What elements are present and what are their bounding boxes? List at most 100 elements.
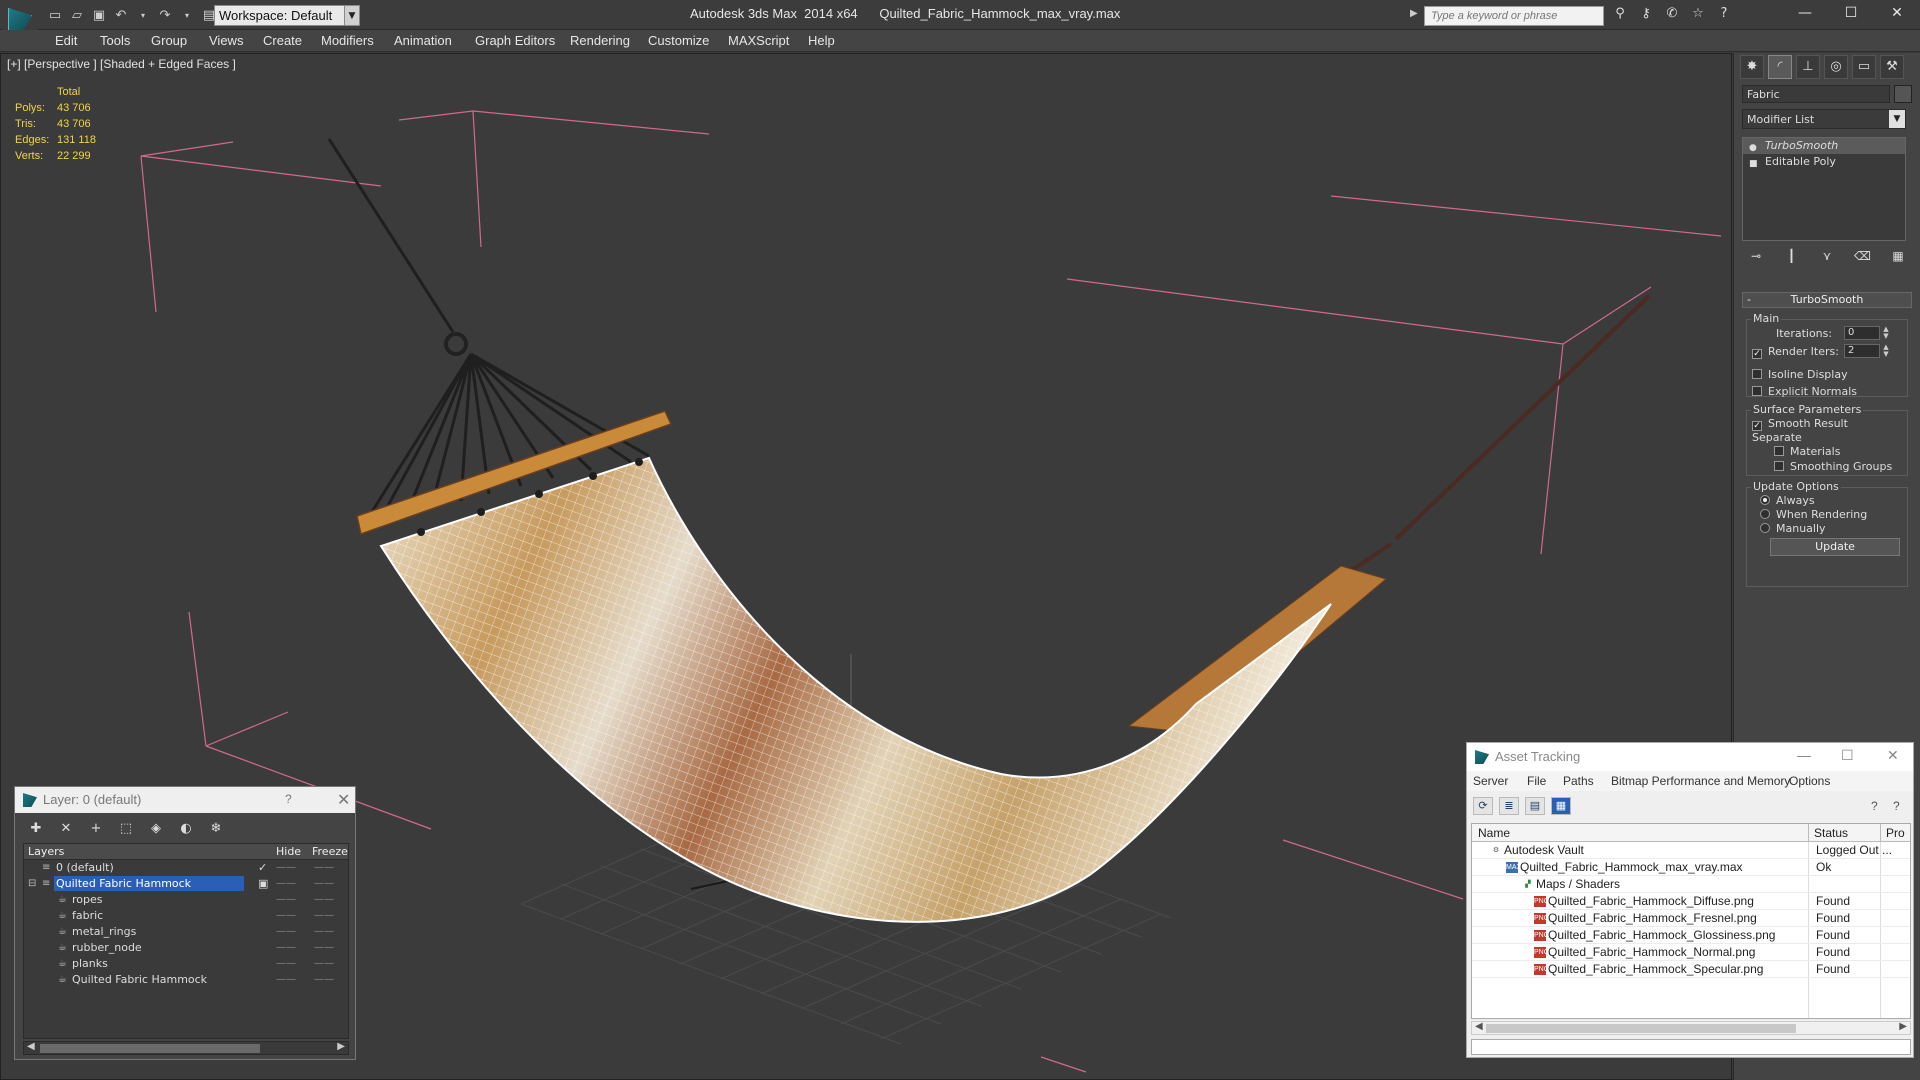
utilities-tab-icon[interactable]: ⚒ [1880, 55, 1904, 79]
show-end-result-icon[interactable]: ┃ [1782, 249, 1802, 267]
menu-rendering[interactable]: Rendering [570, 33, 630, 48]
collapse-icon[interactable]: - [1747, 293, 1751, 307]
update-manually-radio[interactable]: Manually [1760, 522, 1826, 535]
checkbox-icon[interactable] [1774, 446, 1784, 456]
modifier-list-dropdown[interactable]: Modifier List ▼ [1742, 109, 1906, 129]
freeze-toggle[interactable]: —— [314, 924, 334, 940]
menu-animation[interactable]: Animation [394, 33, 452, 48]
col-layers[interactable]: Layers [28, 845, 64, 858]
hide-toggle[interactable]: —— [276, 892, 296, 908]
col-status[interactable]: Status [1814, 826, 1848, 840]
smoothing-groups-checkbox[interactable]: Smoothing Groups [1774, 460, 1892, 473]
checkbox-icon[interactable] [1752, 386, 1762, 396]
update-when-rendering-radio[interactable]: When Rendering [1760, 508, 1867, 521]
menu-maxscript[interactable]: MAXScript [728, 33, 789, 48]
maximize-icon[interactable]: ☐ [1828, 0, 1874, 28]
col-name[interactable]: Name [1478, 826, 1510, 840]
scroll-right-icon[interactable]: ▶ [337, 1041, 345, 1052]
search-expand-icon[interactable]: ▶ [1410, 8, 1418, 19]
radio-icon[interactable] [1760, 509, 1770, 519]
create-tab-icon[interactable]: ✸ [1740, 55, 1764, 79]
update-button[interactable]: Update [1770, 538, 1900, 556]
redo-icon[interactable]: ↷ [156, 6, 174, 24]
asset-row[interactable]: MAX Quilted_Fabric_Hammock_max_vray.max … [1472, 859, 1910, 876]
layer-row[interactable]: ☕ ropes —— —— [24, 892, 348, 908]
binoculars-icon[interactable]: ⚲ [1610, 6, 1630, 24]
undo-icon[interactable]: ↶ [112, 6, 130, 24]
menu-customize[interactable]: Customize [648, 33, 709, 48]
subscription-icon[interactable]: ⚷ [1636, 6, 1656, 24]
stack-item-editable-poly[interactable]: ■ Editable Poly [1743, 154, 1905, 170]
hide-toggle[interactable]: —— [276, 972, 296, 988]
make-unique-icon[interactable]: ⋎ [1817, 249, 1837, 267]
undo-dropdown-icon[interactable]: ▾ [134, 6, 152, 24]
highlight-selected-icon[interactable]: ◈ [145, 819, 167, 839]
close-icon[interactable]: ✕ [337, 790, 350, 810]
communication-center-icon[interactable]: ✆ [1662, 6, 1682, 24]
refresh-icon[interactable]: ⟳ [1473, 797, 1493, 815]
freeze-toggle[interactable]: —— [314, 940, 334, 956]
workspace-dropdown-arrow-icon[interactable]: ▼ [344, 5, 360, 26]
spinner-arrows-icon[interactable]: ▲ ▼ [1882, 344, 1890, 358]
smooth-result-checkbox[interactable]: ✓ Smooth Result [1752, 417, 1848, 431]
asset-menu-options[interactable]: Options [1789, 774, 1830, 788]
hide-toggle[interactable]: —— [276, 860, 296, 876]
materials-checkbox[interactable]: Materials [1774, 445, 1840, 458]
select-highlighted-icon[interactable]: ⬚ [115, 819, 137, 839]
freeze-toggle[interactable]: —— [314, 956, 334, 972]
minimize-icon[interactable]: — [1797, 747, 1811, 763]
asset-menu-file[interactable]: File [1527, 774, 1546, 788]
iterations-spinner[interactable]: 0 [1844, 326, 1880, 340]
hide-toggle[interactable]: —— [276, 924, 296, 940]
open-file-icon[interactable]: ▱ [68, 6, 86, 24]
asset-row[interactable]: PNG Quilted_Fabric_Hammock_Specular.png … [1472, 961, 1910, 978]
spinner-arrows-icon[interactable]: ▲ ▼ [1882, 326, 1890, 340]
col-hide[interactable]: Hide [276, 845, 301, 858]
viewport-label[interactable]: [+] [Perspective ] [Shaded + Edged Faces… [7, 57, 236, 71]
radio-selected-icon[interactable] [1760, 495, 1770, 505]
col-freeze[interactable]: Freeze [312, 845, 348, 858]
maximize-icon[interactable]: ☐ [1841, 747, 1854, 764]
asset-row[interactable]: PNG Quilted_Fabric_Hammock_Glossiness.pn… [1472, 927, 1910, 944]
asset-path-field[interactable] [1471, 1039, 1911, 1055]
remove-modifier-icon[interactable]: ⌫ [1853, 249, 1873, 267]
asset-row[interactable]: PNG Quilted_Fabric_Hammock_Normal.png Fo… [1472, 944, 1910, 961]
hide-toggle[interactable]: —— [276, 908, 296, 924]
freeze-toggle[interactable]: —— [314, 876, 334, 892]
layer-row[interactable]: ☕ planks —— —— [24, 956, 348, 972]
asset-horizontal-scrollbar[interactable]: ◀ ▶ [1471, 1021, 1911, 1035]
new-file-icon[interactable]: ▭ [46, 6, 64, 24]
isoline-display-checkbox[interactable]: Isoline Display [1752, 368, 1848, 381]
layer-row[interactable]: ☕ rubber_node —— —— [24, 940, 348, 956]
checkbox-checked-icon[interactable]: ✓ [1752, 349, 1762, 359]
delete-layer-icon[interactable]: ✕ [55, 819, 77, 839]
asset-menu-bitmap-performance[interactable]: Bitmap Performance and Memory [1611, 774, 1790, 788]
layer-row[interactable]: ☕ metal_rings —— —— [24, 924, 348, 940]
motion-tab-icon[interactable]: ◎ [1824, 55, 1848, 79]
asset-menu-server[interactable]: Server [1473, 774, 1508, 788]
modify-tab-icon[interactable]: ◜ [1768, 55, 1792, 79]
close-icon[interactable]: ✕ [1887, 747, 1899, 764]
asset-row[interactable]: ⚙ Autodesk Vault Logged Out ... [1472, 842, 1910, 859]
update-always-radio[interactable]: Always [1760, 494, 1815, 507]
help-alt-icon[interactable]: ? [1893, 799, 1900, 813]
close-icon[interactable]: ✕ [1874, 0, 1920, 28]
checkbox-checked-icon[interactable]: ✓ [1752, 421, 1762, 431]
hide-toggle[interactable]: —— [276, 876, 296, 892]
configure-modifier-sets-icon[interactable]: ▦ [1888, 249, 1908, 267]
layer-horizontal-scrollbar[interactable]: ◀ ▶ [23, 1041, 349, 1055]
add-selection-icon[interactable]: + [85, 819, 107, 839]
stack-item-turbosmooth[interactable]: ● TurboSmooth [1743, 138, 1905, 154]
menu-views[interactable]: Views [209, 33, 243, 48]
object-name-field[interactable]: Fabric [1742, 85, 1890, 103]
menu-create[interactable]: Create [263, 33, 302, 48]
layer-row[interactable]: ☕ Quilted Fabric Hammock —— —— [24, 972, 348, 988]
create-layer-icon[interactable]: ✚ [25, 819, 47, 839]
layer-row[interactable]: ☕ fabric —— —— [24, 908, 348, 924]
list-view-icon[interactable]: ≣ [1499, 797, 1519, 815]
hierarchy-tab-icon[interactable]: ⊥ [1796, 55, 1820, 79]
freeze-toggle[interactable]: —— [314, 860, 334, 876]
redo-dropdown-icon[interactable]: ▾ [178, 6, 196, 24]
freeze-toggle[interactable]: —— [314, 892, 334, 908]
asset-row[interactable]: ▞ Maps / Shaders [1472, 876, 1910, 893]
